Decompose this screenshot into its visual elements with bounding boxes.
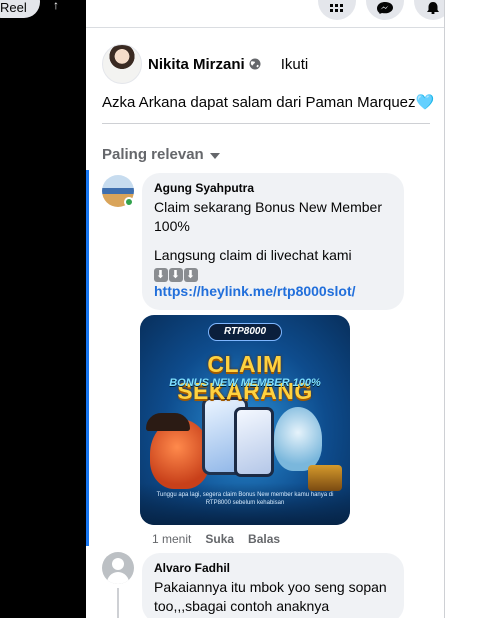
comment-highlight-bar bbox=[86, 170, 89, 546]
image-phone-secondary bbox=[234, 407, 274, 477]
comment-author[interactable]: Agung Syahputra bbox=[154, 181, 392, 195]
follow-button[interactable]: Ikuti bbox=[281, 56, 309, 73]
image-shark bbox=[274, 407, 322, 471]
down-arrows: ⬇ ⬇ ⬇ bbox=[154, 265, 392, 282]
comment-image[interactable]: RTP8000 CLAIM SEKARANG BONUS NEW MEMBER … bbox=[140, 315, 350, 525]
online-status-dot bbox=[124, 197, 134, 207]
down-arrow-icon: ⬇ bbox=[169, 268, 183, 282]
post-author-name[interactable]: Nikita Mirzani bbox=[148, 56, 245, 73]
reel-label: Reel bbox=[0, 0, 27, 15]
image-logo: RTP8000 bbox=[208, 323, 282, 341]
menu-grid-icon bbox=[330, 4, 343, 12]
comment-sort-dropdown[interactable]: Paling relevan bbox=[102, 146, 220, 163]
comment-bubble: Agung Syahputra Claim sekarang Bonus New… bbox=[142, 173, 404, 310]
messenger-icon bbox=[377, 2, 393, 14]
comment-text-secondary: Langsung claim di livechat kami bbox=[154, 247, 352, 263]
left-arrow-glyph: ↑ bbox=[53, 0, 59, 12]
comment-link[interactable]: https://heylink.me/rtp8000slot/ bbox=[154, 282, 392, 301]
post-text-content: Azka Arkana dapat salam dari Paman Marqu… bbox=[102, 94, 416, 111]
image-subline: BONUS NEW MEMBER 100% bbox=[169, 377, 321, 389]
globe-icon bbox=[249, 58, 261, 70]
image-pirate-hat bbox=[146, 413, 190, 431]
image-treasure-chest bbox=[308, 465, 342, 491]
sort-label: Paling relevan bbox=[102, 146, 204, 163]
left-dark-panel bbox=[0, 0, 86, 618]
down-arrow-icon: ⬇ bbox=[184, 268, 198, 282]
comment-time[interactable]: 1 menit bbox=[152, 532, 191, 546]
post-header: Nikita Mirzani Ikuti bbox=[102, 44, 308, 84]
chevron-down-icon bbox=[209, 152, 220, 159]
comment-actions: 1 menit Suka Balas bbox=[152, 532, 280, 546]
comment-bubble: Alvaro Fadhil Pakaiannya itu mbok yoo se… bbox=[142, 553, 404, 618]
comment-avatar-default[interactable] bbox=[102, 552, 134, 584]
right-side-panel bbox=[444, 0, 496, 618]
post-text: Azka Arkana dapat salam dari Paman Marqu… bbox=[102, 93, 434, 111]
thread-line bbox=[117, 588, 119, 618]
like-button[interactable]: Suka bbox=[205, 532, 234, 546]
blue-heart-icon: 🩵 bbox=[415, 94, 435, 111]
post-divider bbox=[102, 123, 430, 124]
comment-text: Pakaiannya itu mbok yoo seng sopan too,,… bbox=[154, 579, 387, 614]
reply-button[interactable]: Balas bbox=[248, 532, 280, 546]
comment-author[interactable]: Alvaro Fadhil bbox=[154, 561, 392, 575]
post-author-avatar[interactable] bbox=[102, 44, 142, 84]
bell-icon bbox=[427, 2, 439, 14]
down-arrow-icon: ⬇ bbox=[154, 268, 168, 282]
image-fineprint: Tunggu apa lagi, segera claim Bonus New … bbox=[156, 492, 334, 506]
comment-text: Claim sekarang Bonus New Member 100% bbox=[154, 199, 382, 234]
